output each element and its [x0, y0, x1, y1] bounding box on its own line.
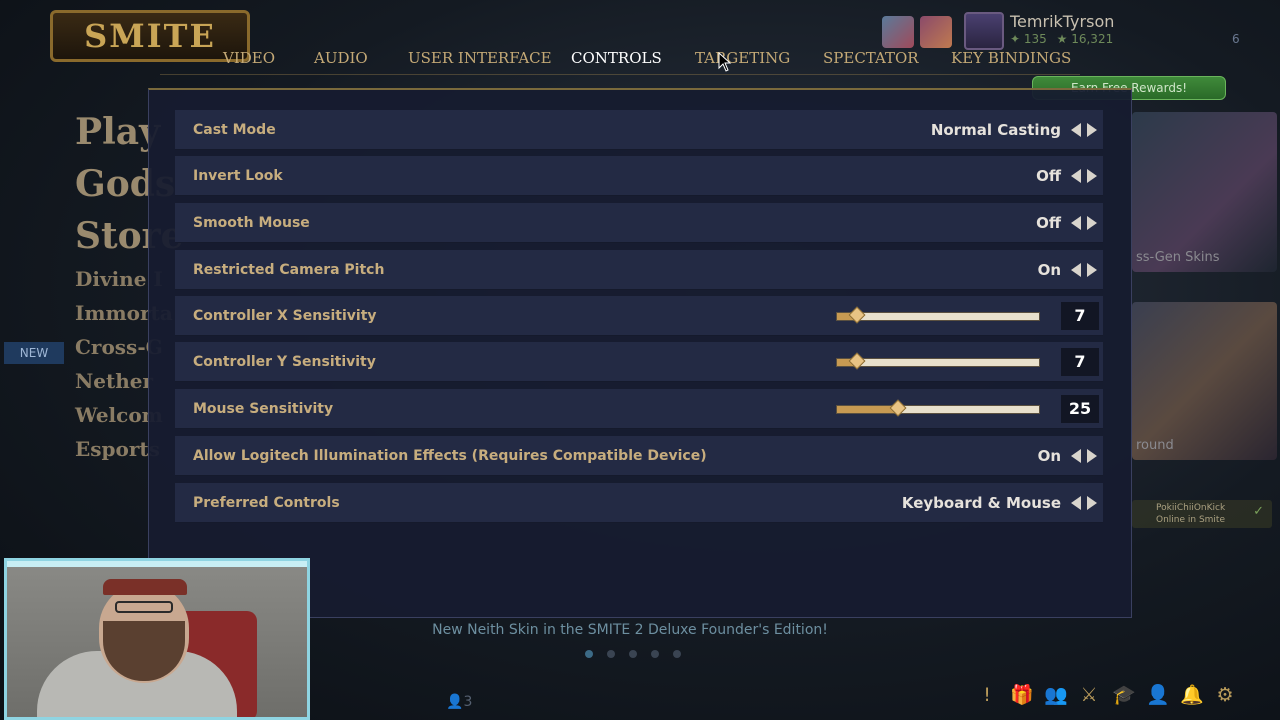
controls-settings-panel: Cast Mode Normal Casting Invert Look Off… [148, 88, 1132, 618]
carousel-dot[interactable] [585, 650, 593, 658]
carousel-dots [585, 650, 681, 658]
graduation-cap-icon[interactable]: 🎓 [1112, 683, 1136, 707]
arrow-left-icon[interactable] [1071, 496, 1081, 510]
slider-value: 7 [1061, 348, 1099, 376]
setting-value: On [1037, 447, 1061, 465]
arrow-left-icon[interactable] [1071, 216, 1081, 230]
party-count: 👤3 [446, 694, 473, 710]
event-thumbnail[interactable] [882, 16, 914, 48]
profile-currency: ✦ 135 ★ 16,321 [1010, 32, 1113, 46]
setting-label: Mouse Sensitivity [193, 401, 334, 417]
profile-area: TemrikTyrson ✦ 135 ★ 16,321 6 [880, 10, 1260, 50]
arrow-right-icon[interactable] [1087, 496, 1097, 510]
setting-controller-x-sensitivity[interactable]: Controller X Sensitivity 7 [175, 296, 1103, 336]
avatar[interactable] [964, 12, 1004, 50]
slider-value: 25 [1061, 395, 1099, 423]
setting-cast-mode[interactable]: Cast Mode Normal Casting [175, 110, 1103, 150]
carousel-dot[interactable] [673, 650, 681, 658]
setting-value: Off [1036, 214, 1061, 232]
setting-logitech-illumination[interactable]: Allow Logitech Illumination Effects (Req… [175, 436, 1103, 476]
slider-handle[interactable] [848, 352, 866, 370]
tab-audio[interactable]: AUDIO [314, 46, 368, 70]
gems-icon: ★ [1056, 32, 1068, 46]
sensitivity-slider[interactable] [836, 352, 1040, 370]
friend-name: PokiiChiiOnKick [1156, 503, 1226, 513]
gear-icon[interactable]: ⚙ [1214, 683, 1236, 707]
setting-mouse-sensitivity[interactable]: Mouse Sensitivity 25 [175, 389, 1103, 429]
arrow-right-icon[interactable] [1087, 449, 1097, 463]
friends-icon[interactable]: 👥 [1044, 683, 1068, 707]
setting-smooth-mouse[interactable]: Smooth Mouse Off [175, 203, 1103, 243]
tab-video[interactable]: VIDEO [223, 46, 275, 70]
arrow-right-icon[interactable] [1087, 216, 1097, 230]
gems-count: 16,321 [1071, 32, 1114, 46]
bottom-toolbar: ! 🎁 👥 ⚔ 🎓 👤 🔔 ⚙ [976, 683, 1236, 707]
carousel-dot[interactable] [629, 650, 637, 658]
favor-count: 135 [1023, 32, 1047, 46]
check-icon: ✓ [1253, 504, 1264, 519]
carousel-dot[interactable] [651, 650, 659, 658]
streamer-glasses [115, 601, 173, 613]
profile-username[interactable]: TemrikTyrson [1010, 12, 1114, 31]
promo-card[interactable] [1132, 302, 1277, 460]
alert-icon[interactable]: ! [976, 683, 998, 707]
tabs-divider [160, 74, 1080, 75]
streamer-headband [103, 579, 187, 595]
slider-handle[interactable] [889, 399, 907, 417]
tab-key-bindings[interactable]: KEY BINDINGS [951, 46, 1071, 70]
arrow-left-icon[interactable] [1071, 449, 1081, 463]
arrow-left-icon[interactable] [1071, 123, 1081, 137]
tab-controls[interactable]: CONTROLS [571, 46, 662, 70]
setting-preferred-controls[interactable]: Preferred Controls Keyboard & Mouse [175, 483, 1103, 523]
new-badge: NEW [4, 342, 64, 364]
webcam-frame-top [7, 561, 307, 567]
cursor-icon [718, 52, 732, 72]
setting-label: Restricted Camera Pitch [193, 262, 385, 278]
setting-label: Controller Y Sensitivity [193, 354, 376, 370]
slider-value: 7 [1061, 302, 1099, 330]
setting-value: Off [1036, 167, 1061, 185]
sensitivity-slider[interactable] [836, 306, 1040, 324]
arrow-right-icon[interactable] [1087, 169, 1097, 183]
promo-label: ss-Gen Skins [1136, 250, 1220, 265]
webcam-overlay [4, 558, 310, 720]
person-icon[interactable]: 👤 [1146, 683, 1170, 707]
arrow-right-icon[interactable] [1087, 123, 1097, 137]
event-thumbnail[interactable] [920, 16, 952, 48]
gift-icon[interactable]: 🎁 [1010, 683, 1034, 707]
slider-handle[interactable] [848, 306, 866, 324]
tab-spectator[interactable]: SPECTATOR [823, 46, 919, 70]
settings-tabs: VIDEO AUDIO USER INTERFACE CONTROLS TARG… [0, 46, 1280, 75]
setting-label: Invert Look [193, 168, 283, 184]
promo-card[interactable] [1132, 112, 1277, 272]
bell-icon[interactable]: 🔔 [1180, 683, 1204, 707]
arrow-right-icon[interactable] [1087, 263, 1097, 277]
setting-label: Cast Mode [193, 122, 276, 138]
crossed-swords-icon[interactable]: ⚔ [1078, 683, 1100, 707]
setting-label: Controller X Sensitivity [193, 308, 377, 324]
setting-controller-y-sensitivity[interactable]: Controller Y Sensitivity 7 [175, 342, 1103, 382]
setting-value: Normal Casting [930, 121, 1061, 139]
setting-label: Smooth Mouse [193, 215, 310, 231]
setting-invert-look[interactable]: Invert Look Off [175, 156, 1103, 196]
tab-targeting[interactable]: TARGETING [695, 46, 790, 70]
news-banner[interactable]: New Neith Skin in the SMITE 2 Deluxe Fou… [400, 618, 860, 642]
arrow-left-icon[interactable] [1071, 169, 1081, 183]
friend-status: Online in Smite [1156, 515, 1226, 525]
sensitivity-slider[interactable] [836, 399, 1040, 417]
setting-label: Allow Logitech Illumination Effects (Req… [193, 448, 707, 464]
tab-user-interface[interactable]: USER INTERFACE [408, 46, 552, 70]
account-level: 6 [1232, 32, 1240, 46]
friend-list-item[interactable]: PokiiChiiOnKick Online in Smite ✓ [1132, 500, 1272, 528]
favor-icon: ✦ [1010, 32, 1021, 46]
setting-value: Keyboard & Mouse [901, 494, 1061, 512]
arrow-left-icon[interactable] [1071, 263, 1081, 277]
setting-label: Preferred Controls [193, 495, 340, 511]
carousel-dot[interactable] [607, 650, 615, 658]
promo-label: round [1136, 438, 1174, 453]
setting-value: On [1037, 261, 1061, 279]
setting-restricted-camera-pitch[interactable]: Restricted Camera Pitch On [175, 250, 1103, 290]
